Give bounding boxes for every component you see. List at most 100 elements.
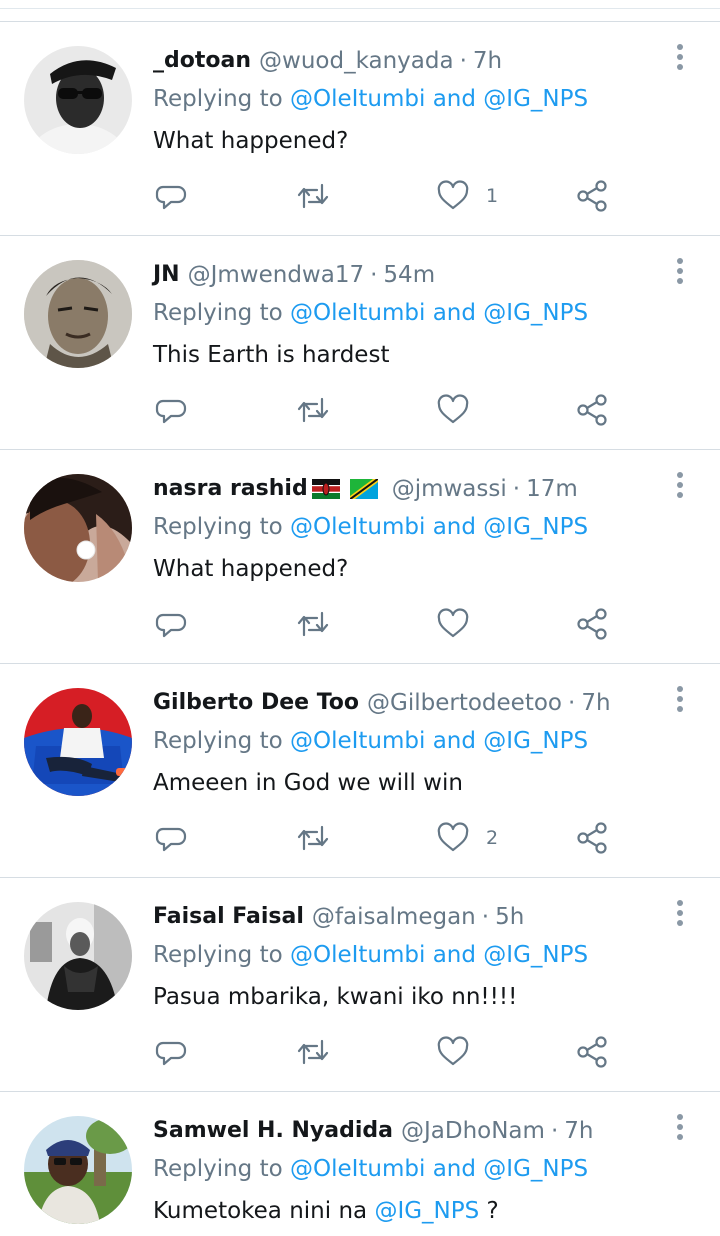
retweet-button[interactable] [296, 1032, 330, 1072]
tweet-text-suffix: ? [486, 1198, 499, 1224]
share-icon [577, 608, 607, 640]
retweet-icon [297, 183, 329, 209]
retweet-button[interactable] [296, 176, 330, 216]
replying-to-mentions[interactable]: @OleItumbi and @IG_NPS [290, 300, 588, 326]
replying-to-mentions[interactable]: @OleItumbi and @IG_NPS [290, 86, 588, 112]
timestamp[interactable]: 54m [383, 258, 435, 292]
replying-to-label: Replying to [153, 300, 283, 326]
reply-tweet[interactable]: Samwel H. Nyadida @JaDhoNam · 7h Replyin… [0, 1091, 720, 1236]
more-vertical-icon[interactable] [670, 42, 690, 74]
avatar-image [24, 260, 132, 368]
like-button[interactable] [436, 1032, 486, 1072]
like-button[interactable] [436, 604, 486, 644]
share-icon [577, 180, 607, 212]
like-button[interactable] [436, 390, 486, 430]
share-button[interactable] [576, 818, 610, 858]
tweet-header: Faisal Faisal @faisalmegan · 5h [153, 900, 524, 934]
reply-button[interactable] [154, 1032, 188, 1072]
avatar[interactable] [24, 260, 132, 368]
display-name[interactable]: Samwel H. Nyadida [153, 1114, 393, 1148]
reply-button[interactable] [154, 818, 188, 858]
timestamp[interactable]: 5h [495, 900, 524, 934]
more-vertical-icon[interactable] [670, 256, 690, 288]
avatar[interactable] [24, 46, 132, 154]
display-name[interactable]: nasra rashid [153, 472, 308, 506]
retweet-button[interactable] [296, 604, 330, 644]
reply-icon [155, 827, 187, 852]
share-icon [577, 1036, 607, 1068]
share-button[interactable] [576, 604, 610, 644]
heart-icon [437, 180, 469, 210]
separator-dot: · [512, 476, 521, 502]
user-handle[interactable]: @faisalmegan [312, 900, 476, 934]
share-button[interactable] [576, 176, 610, 216]
more-vertical-icon[interactable] [670, 1112, 690, 1144]
tweet-text: This Earth is hardest [153, 342, 390, 368]
timestamp[interactable]: 7h [581, 686, 610, 720]
avatar-image [24, 474, 132, 582]
avatar-image [24, 688, 132, 796]
tweet-header: Gilberto Dee Too @Gilbertodeetoo · 7h [153, 686, 611, 720]
reply-tweet[interactable]: _dotoan @wuod_kanyada · 7h Replying to @… [0, 21, 720, 235]
tweet-actions: 2 [152, 818, 622, 858]
more-vertical-icon[interactable] [670, 898, 690, 930]
tweet-text: Kumetokea nini na @IG_NPS ? [153, 1194, 499, 1228]
separator-dot: · [481, 904, 490, 930]
replying-to-mentions[interactable]: @OleItumbi and @IG_NPS [290, 728, 588, 754]
retweet-button[interactable] [296, 818, 330, 858]
avatar[interactable] [24, 902, 132, 1010]
more-vertical-icon[interactable] [670, 684, 690, 716]
reply-icon [155, 1041, 187, 1066]
display-name[interactable]: Faisal Faisal [153, 900, 304, 934]
user-handle[interactable]: @wuod_kanyada [259, 44, 454, 78]
replying-to-label: Replying to [153, 1156, 283, 1182]
tweet-text: What happened? [153, 128, 349, 154]
timestamp[interactable]: 17m [526, 472, 578, 506]
reply-tweet[interactable]: JN @Jmwendwa17 · 54m Replying to @OleItu… [0, 235, 720, 449]
tweet-text-mention[interactable]: @IG_NPS [374, 1198, 479, 1224]
replying-to-mentions[interactable]: @OleItumbi and @IG_NPS [290, 1156, 588, 1182]
more-vertical-icon[interactable] [670, 470, 690, 502]
share-button[interactable] [576, 1032, 610, 1072]
like-button[interactable]: 1 [436, 176, 498, 216]
share-button[interactable] [576, 390, 610, 430]
user-handle[interactable]: @Jmwendwa17 [188, 258, 365, 292]
user-handle[interactable]: @jmwassi [392, 472, 507, 506]
avatar[interactable] [24, 1116, 132, 1224]
retweet-icon [297, 1039, 329, 1065]
display-name[interactable]: JN [153, 258, 180, 292]
avatar[interactable] [24, 688, 132, 796]
user-handle[interactable]: @Gilbertodeetoo [367, 686, 562, 720]
replying-to-mentions[interactable]: @OleItumbi and @IG_NPS [290, 942, 588, 968]
reply-icon [155, 613, 187, 638]
avatar[interactable] [24, 474, 132, 582]
replying-to-mentions[interactable]: @OleItumbi and @IG_NPS [290, 514, 588, 540]
timestamp[interactable]: 7h [473, 44, 502, 78]
timestamp[interactable]: 7h [564, 1114, 593, 1148]
reply-button[interactable] [154, 176, 188, 216]
tweet-actions [152, 1032, 622, 1072]
retweet-icon [297, 611, 329, 637]
reply-button[interactable] [154, 604, 188, 644]
display-name[interactable]: Gilberto Dee Too [153, 686, 359, 720]
reply-tweet[interactable]: Gilberto Dee Too @Gilbertodeetoo · 7h Re… [0, 663, 720, 877]
reply-tweet[interactable]: nasra rashid @jmwassi · 17m Replying to … [0, 449, 720, 663]
reply-tweet[interactable]: Faisal Faisal @faisalmegan · 5h Replying… [0, 877, 720, 1091]
kenya-flag-icon [311, 479, 340, 499]
tweet-header: JN @Jmwendwa17 · 54m [153, 258, 435, 292]
tweet-header: Samwel H. Nyadida @JaDhoNam · 7h [153, 1114, 593, 1148]
user-handle[interactable]: @JaDhoNam [401, 1114, 545, 1148]
tweet-text: Ameeen in God we will win [153, 770, 463, 796]
share-icon [577, 822, 607, 854]
replying-to: Replying to @OleItumbi and @IG_NPS [153, 296, 588, 330]
replying-to-label: Replying to [153, 942, 283, 968]
heart-icon [437, 1036, 469, 1066]
replying-to: Replying to @OleItumbi and @IG_NPS [153, 1152, 588, 1186]
like-button[interactable]: 2 [436, 818, 498, 858]
retweet-button[interactable] [296, 390, 330, 430]
tweet-header: _dotoan @wuod_kanyada · 7h [153, 44, 502, 78]
display-name[interactable]: _dotoan [153, 44, 251, 78]
tweet-actions [152, 390, 622, 430]
reply-button[interactable] [154, 390, 188, 430]
tweet-text-body: Kumetokea nini na [153, 1198, 368, 1224]
